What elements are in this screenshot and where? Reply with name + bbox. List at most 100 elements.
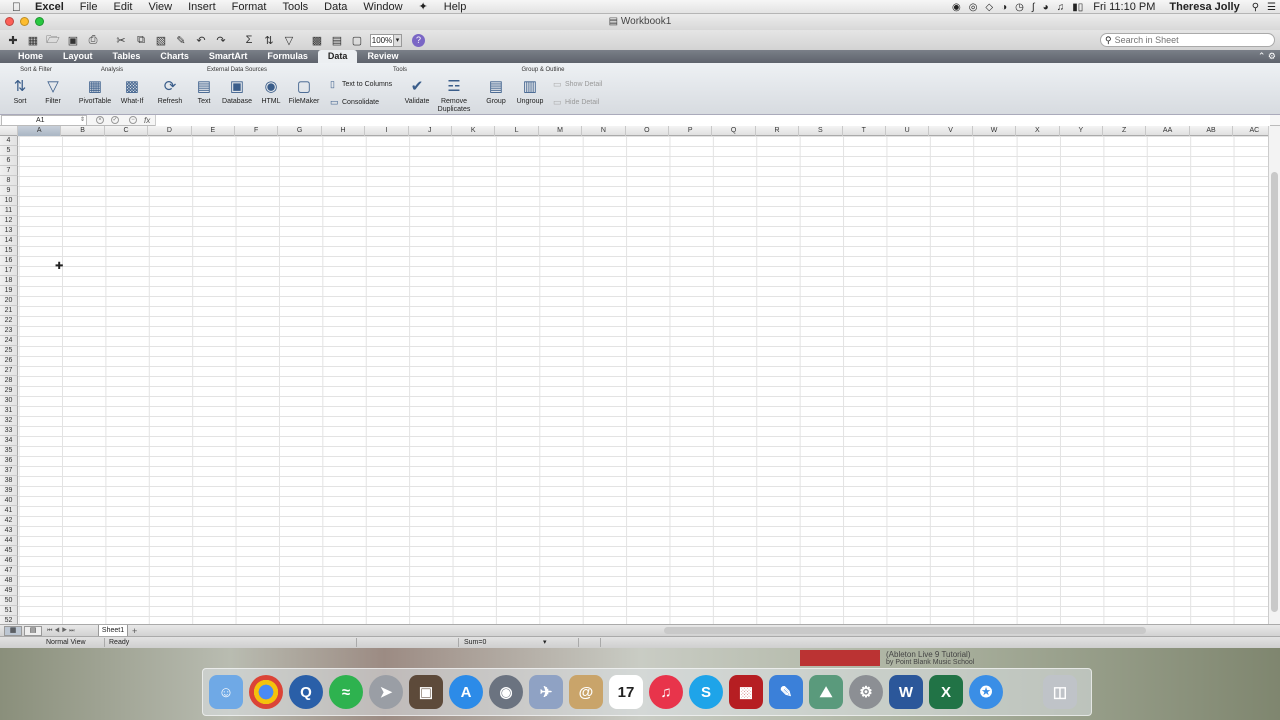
row-header[interactable]: 12 bbox=[0, 216, 18, 226]
dropbox-icon[interactable]: ◇ bbox=[981, 2, 997, 13]
column-header[interactable]: L bbox=[495, 126, 539, 136]
column-header[interactable]: M bbox=[539, 126, 583, 136]
filter-icon[interactable]: ▽ bbox=[280, 32, 298, 48]
column-header[interactable]: AC bbox=[1233, 126, 1268, 136]
column-header[interactable]: B bbox=[61, 126, 105, 136]
status-icon[interactable]: ◎ bbox=[965, 2, 982, 13]
row-header[interactable]: 15 bbox=[0, 246, 18, 256]
menu-user[interactable]: Theresa Jolly bbox=[1161, 1, 1247, 13]
column-header[interactable]: E bbox=[192, 126, 235, 136]
column-header[interactable]: U bbox=[886, 126, 930, 136]
column-header[interactable]: D bbox=[148, 126, 192, 136]
row-header[interactable]: 46 bbox=[0, 556, 18, 566]
menu-help[interactable]: Help bbox=[436, 0, 475, 14]
undo-icon[interactable]: ↶ bbox=[192, 32, 210, 48]
menu-edit[interactable]: Edit bbox=[105, 0, 140, 14]
row-header[interactable]: 47 bbox=[0, 566, 18, 576]
row-header[interactable]: 30 bbox=[0, 396, 18, 406]
column-header[interactable]: J bbox=[409, 126, 452, 136]
row-header[interactable]: 48 bbox=[0, 576, 18, 586]
zoom-dropdown-icon[interactable]: ▾ bbox=[394, 33, 402, 47]
row-header[interactable]: 51 bbox=[0, 606, 18, 616]
launchpad-icon[interactable]: ➤ bbox=[369, 675, 403, 709]
column-header[interactable]: W bbox=[973, 126, 1017, 136]
column-header[interactable]: AB bbox=[1190, 126, 1234, 136]
tab-tables[interactable]: Tables bbox=[103, 50, 151, 63]
row-header[interactable]: 35 bbox=[0, 446, 18, 456]
chrome-icon[interactable] bbox=[249, 675, 283, 709]
menu-file[interactable]: File bbox=[72, 0, 106, 14]
row-header[interactable]: 6 bbox=[0, 156, 18, 166]
wifi-icon[interactable]: ◕ bbox=[1039, 2, 1053, 13]
row-header[interactable]: 19 bbox=[0, 286, 18, 296]
row-header[interactable]: 31 bbox=[0, 406, 18, 416]
spotify-icon[interactable]: ≈ bbox=[329, 675, 363, 709]
media-browser-icon[interactable]: ▢ bbox=[348, 32, 366, 48]
spotlight-search-icon[interactable]: ⚲ bbox=[1248, 2, 1263, 13]
system-preferences-icon[interactable]: ⚙ bbox=[849, 675, 883, 709]
row-header[interactable]: 27 bbox=[0, 366, 18, 376]
vertical-scrollbar[interactable] bbox=[1268, 126, 1280, 624]
menu-view[interactable]: View bbox=[140, 0, 180, 14]
calendar-icon[interactable]: 17 bbox=[609, 675, 643, 709]
column-header[interactable]: C bbox=[105, 126, 149, 136]
text-to-columns-button[interactable]: ▯ Text to Columns bbox=[330, 79, 392, 90]
group-button[interactable]: ▤ Group bbox=[482, 77, 510, 106]
row-header[interactable]: 20 bbox=[0, 296, 18, 306]
refresh-button[interactable]: ⟳ Refresh bbox=[155, 77, 185, 106]
column-header[interactable]: T bbox=[843, 126, 886, 136]
gallery-icon[interactable]: ▩ bbox=[308, 32, 326, 48]
row-header[interactable]: 34 bbox=[0, 436, 18, 446]
column-header[interactable]: O bbox=[626, 126, 669, 136]
column-header[interactable]: V bbox=[929, 126, 973, 136]
column-header[interactable]: G bbox=[278, 126, 322, 136]
preview-icon[interactable]: ✈ bbox=[529, 675, 563, 709]
insert-function-button[interactable]: fx bbox=[144, 115, 150, 126]
what-if-button[interactable]: ▩ What-If bbox=[116, 77, 148, 106]
sort-icon[interactable]: ⇅ bbox=[260, 32, 278, 48]
ungroup-button[interactable]: ▥ Ungroup bbox=[514, 77, 546, 106]
menu-tools[interactable]: Tools bbox=[274, 0, 316, 14]
row-header[interactable]: 50 bbox=[0, 596, 18, 606]
tab-data[interactable]: Data bbox=[317, 50, 358, 63]
pivottable-button[interactable]: ▦ PivotTable bbox=[78, 77, 112, 106]
column-header[interactable]: P bbox=[669, 126, 713, 136]
facetime-icon[interactable]: ◉ bbox=[489, 675, 523, 709]
tab-home[interactable]: Home bbox=[8, 50, 53, 63]
row-header[interactable]: 42 bbox=[0, 516, 18, 526]
cancel-entry-icon[interactable]: × bbox=[96, 116, 104, 124]
row-header[interactable]: 36 bbox=[0, 456, 18, 466]
page-layout-view-button[interactable]: ▤ bbox=[24, 626, 42, 636]
column-header[interactable]: AA bbox=[1146, 126, 1190, 136]
column-header[interactable]: A bbox=[18, 126, 62, 136]
paste-icon[interactable]: ▧ bbox=[152, 32, 170, 48]
column-header[interactable]: I bbox=[365, 126, 409, 136]
copy-icon[interactable]: ⧉ bbox=[132, 32, 150, 48]
bluetooth-icon[interactable]: ∫ bbox=[1028, 2, 1039, 13]
app-store-icon[interactable]: A bbox=[449, 675, 483, 709]
battery-icon[interactable]: ▮▯ bbox=[1068, 2, 1087, 13]
row-header[interactable]: 18 bbox=[0, 276, 18, 286]
photos-icon[interactable]: ⛰ bbox=[809, 675, 843, 709]
ribbon-options-icon[interactable]: ⌃ ⚙ bbox=[1258, 50, 1276, 63]
column-header[interactable]: K bbox=[452, 126, 496, 136]
menu-data[interactable]: Data bbox=[316, 0, 355, 14]
column-header[interactable]: Q bbox=[712, 126, 756, 136]
row-header[interactable]: 38 bbox=[0, 476, 18, 486]
skype-icon[interactable]: S bbox=[689, 675, 723, 709]
row-header[interactable]: 37 bbox=[0, 466, 18, 476]
sum-dropdown-icon[interactable]: ▾ bbox=[543, 637, 547, 648]
tab-charts[interactable]: Charts bbox=[150, 50, 199, 63]
safari-icon[interactable]: ✪ bbox=[969, 675, 1003, 709]
print-icon[interactable]: ⎙ bbox=[84, 32, 102, 48]
row-header[interactable]: 43 bbox=[0, 526, 18, 536]
row-header[interactable]: 7 bbox=[0, 166, 18, 176]
vertical-scroll-thumb[interactable] bbox=[1271, 172, 1278, 612]
menu-window[interactable]: Window bbox=[355, 0, 410, 14]
app-menu-excel[interactable]: Excel bbox=[27, 0, 72, 14]
trash-icon[interactable]: ◫ bbox=[1043, 675, 1077, 709]
column-header[interactable]: F bbox=[235, 126, 279, 136]
column-header[interactable]: R bbox=[756, 126, 800, 136]
templates-icon[interactable]: ▦ bbox=[24, 32, 42, 48]
insert-function-circle-icon[interactable]: − bbox=[129, 116, 137, 124]
